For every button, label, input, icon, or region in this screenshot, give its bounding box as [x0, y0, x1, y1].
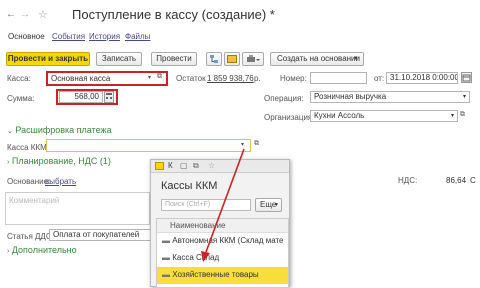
annotation-arrow — [201, 148, 245, 262]
